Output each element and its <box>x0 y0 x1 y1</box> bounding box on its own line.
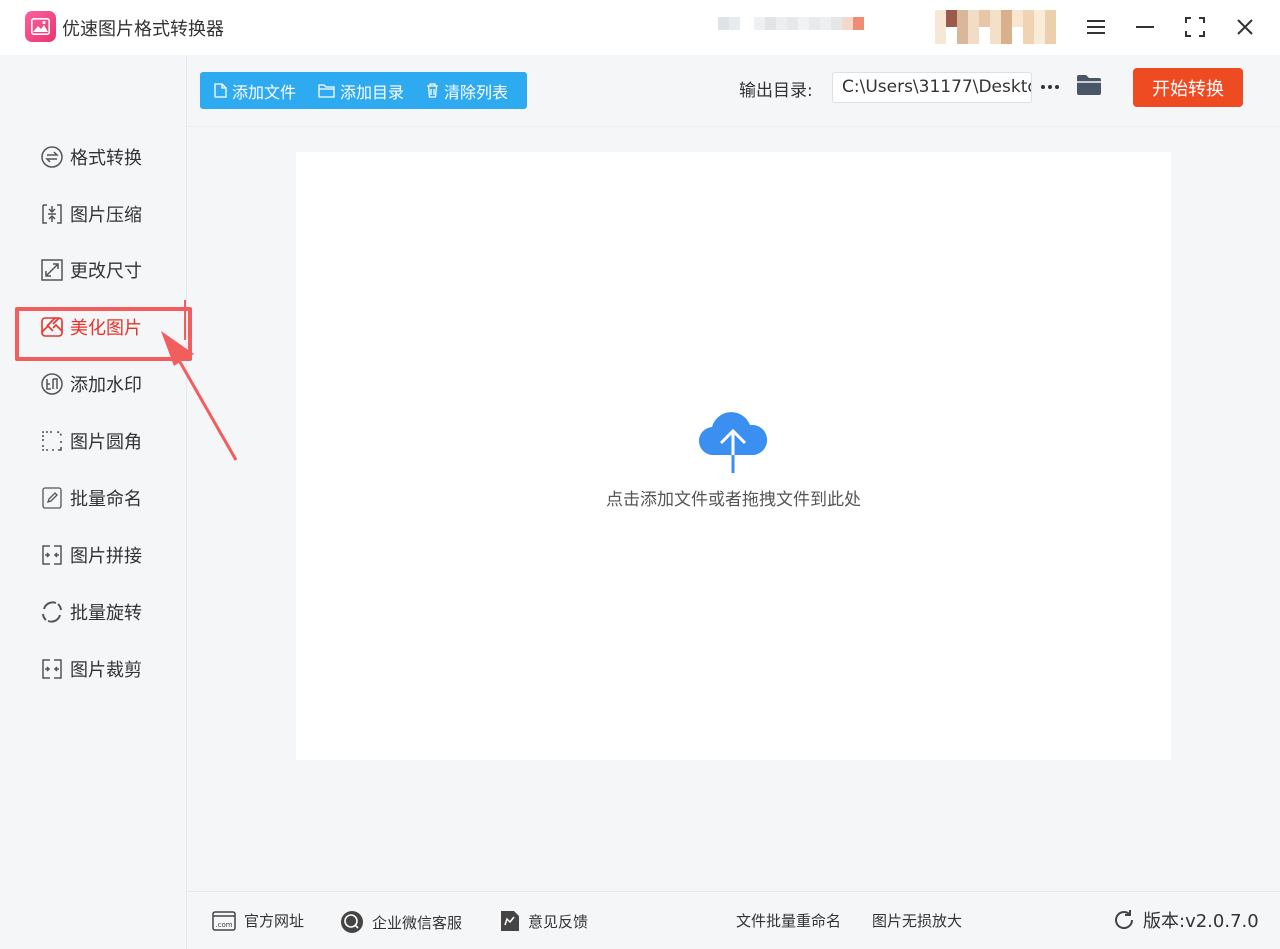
sidebar-item-compress[interactable]: 图片压缩 <box>40 199 170 229</box>
folder-outline-icon <box>318 83 335 98</box>
menu-icon[interactable] <box>1081 12 1111 42</box>
more-icon[interactable] <box>1040 73 1060 101</box>
sidebar-item-label: 格式转换 <box>70 148 142 169</box>
output-dir-input[interactable]: C:\Users\31177\Deskto <box>832 72 1032 103</box>
chat-icon <box>341 911 363 933</box>
sidebar-item-label: 图片圆角 <box>70 432 142 453</box>
sidebar-item-format-convert[interactable]: 格式转换 <box>40 142 170 172</box>
clear-list-button[interactable]: 清除列表 <box>426 79 508 103</box>
sidebar-item-label: 批量旋转 <box>70 603 142 624</box>
feedback-link[interactable]: 意见反馈 <box>500 910 588 932</box>
rounded-corner-icon <box>40 429 64 453</box>
cloud-upload-icon <box>698 412 768 473</box>
trash-icon <box>427 83 439 98</box>
sidebar-item-batch-rename[interactable]: 批量命名 <box>40 483 170 513</box>
blurred-account-info <box>718 17 864 43</box>
version-info[interactable]: 版本:v2.0.7.0 <box>1113 907 1259 933</box>
app-title: 优速图片格式转换器 <box>62 19 224 40</box>
batch-rename-link[interactable]: 文件批量重命名 <box>736 910 841 931</box>
blurred-avatar <box>935 10 1056 44</box>
sidebar-item-label: 更改尺寸 <box>70 261 142 282</box>
website-link[interactable]: .com 官方网址 <box>212 910 304 931</box>
watermark-icon <box>40 372 64 396</box>
refresh-icon <box>1115 910 1134 929</box>
output-dir-label: 输出目录: <box>739 81 813 101</box>
feedback-icon <box>501 911 519 931</box>
rename-icon <box>40 486 64 510</box>
minimize-icon[interactable] <box>1130 12 1160 42</box>
wechat-support-link[interactable]: 企业微信客服 <box>340 910 462 934</box>
sidebar-item-label: 图片裁剪 <box>70 660 142 681</box>
maximize-icon[interactable] <box>1180 12 1210 42</box>
convert-icon <box>40 145 64 169</box>
sidebar-item-crop[interactable]: 图片裁剪 <box>40 654 170 684</box>
annotation-arrow-icon <box>161 300 238 461</box>
stitch-icon <box>40 543 64 567</box>
file-icon <box>214 83 227 98</box>
footer: .com 官方网址 企业微信客服 意见反馈 文件批量重命名 图片无损放大 版本:… <box>188 891 1280 949</box>
sidebar-item-resize[interactable]: 更改尺寸 <box>40 255 170 285</box>
sidebar-item-stitch[interactable]: 图片拼接 <box>40 540 170 570</box>
sidebar-item-label: 批量命名 <box>70 489 142 510</box>
drop-hint-text: 点击添加文件或者拖拽文件到此处 <box>606 490 861 510</box>
compress-icon <box>40 202 64 226</box>
sidebar-item-label: 图片压缩 <box>70 205 142 226</box>
file-drop-area[interactable]: 点击添加文件或者拖拽文件到此处 <box>296 152 1171 760</box>
add-file-button[interactable]: 添加文件 <box>214 79 296 103</box>
file-button-group: 添加文件 添加目录 清除列表 <box>200 72 527 109</box>
start-convert-button[interactable]: 开始转换 <box>1133 68 1243 107</box>
lossless-upscale-link[interactable]: 图片无损放大 <box>872 910 962 931</box>
svg-text:.com: .com <box>215 921 232 929</box>
sidebar: 格式转换 图片压缩 更改尺寸 美化图片 添加水印 图片圆角 批量命名 图片拼接 … <box>0 55 187 949</box>
open-folder-icon[interactable] <box>1076 74 1102 100</box>
sidebar-item-label: 图片拼接 <box>70 546 142 567</box>
resize-icon <box>40 258 64 282</box>
sidebar-item-label: 添加水印 <box>70 375 142 396</box>
toolbar: 添加文件 添加目录 清除列表 输出目录: C:\Users\31177\Desk… <box>188 55 1280 127</box>
crop-icon <box>40 657 64 681</box>
sidebar-item-rotate[interactable]: 批量旋转 <box>40 597 170 627</box>
close-icon[interactable] <box>1230 12 1260 42</box>
title-bar: 优速图片格式转换器 <box>0 0 1280 55</box>
app-logo-icon <box>25 11 56 42</box>
rotate-icon <box>40 600 64 624</box>
website-icon: .com <box>212 910 236 931</box>
add-folder-button[interactable]: 添加目录 <box>318 79 404 103</box>
